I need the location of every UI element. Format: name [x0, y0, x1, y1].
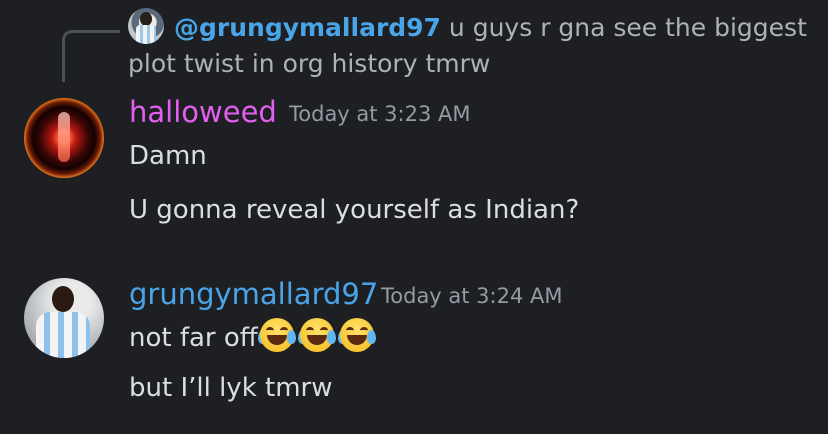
avatar-shirt	[36, 312, 90, 358]
message-text: not far off	[129, 323, 258, 353]
message-author[interactable]: grungymallard97	[129, 276, 378, 312]
avatar[interactable]	[24, 278, 104, 358]
message-author[interactable]: halloweed	[129, 94, 277, 130]
reply-preview[interactable]: @grungymallard97 u guys r gna see the bi…	[128, 10, 808, 82]
message-text: Damn	[129, 141, 207, 171]
message-timestamp: Today at 3:24 AM	[381, 284, 563, 308]
reply-mention[interactable]: @grungymallard97	[174, 13, 441, 42]
laughing-crying-emoji-icon[interactable]	[337, 318, 376, 352]
avatar-head	[52, 286, 74, 312]
message-text: U gonna reveal yourself as Indian?	[129, 195, 580, 225]
avatar-figure	[58, 112, 70, 162]
message-timestamp: Today at 3:23 AM	[289, 102, 471, 126]
avatar[interactable]	[24, 98, 104, 178]
laughing-crying-emoji-icon[interactable]	[257, 318, 296, 352]
message-text: but I’ll lyk tmrw	[129, 373, 333, 403]
laughing-crying-emoji-icon[interactable]	[297, 318, 336, 352]
message-line-with-emoji: not far off	[129, 318, 378, 356]
reply-connector-line	[62, 30, 120, 82]
